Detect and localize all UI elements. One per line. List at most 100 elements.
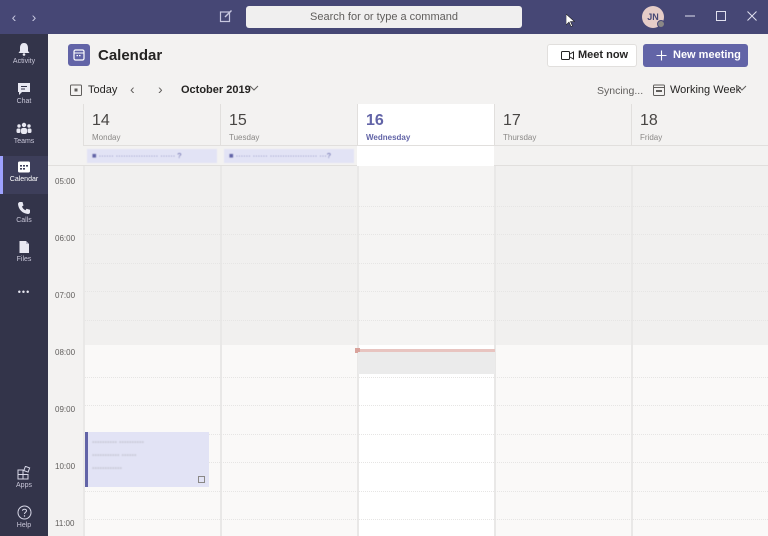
time-label: 09:00	[55, 405, 76, 414]
time-label: 06:00	[55, 234, 76, 243]
all-day-event[interactable]: ■ ······ ······ ··················· ···?	[224, 149, 354, 163]
mouse-cursor-icon	[566, 14, 575, 27]
rail-label: Activity	[12, 58, 36, 65]
calendar-grid: 14 Monday 15 Tuesday 16 Wednesday 17 Thu…	[48, 104, 768, 536]
next-week-button[interactable]: ›	[158, 81, 163, 97]
video-camera-icon	[561, 51, 574, 60]
time-label: 07:00	[55, 291, 76, 300]
grid-line	[85, 263, 768, 264]
grid-line	[85, 377, 768, 378]
view-selector[interactable]: Working Week	[670, 84, 741, 96]
day-number: 15	[229, 112, 247, 129]
rail-item-apps[interactable]: Apps	[0, 462, 48, 500]
calendar-toolbar: Today ‹ › October 2019 Syncing... Workin…	[48, 77, 768, 104]
rail-label: Apps	[16, 482, 32, 489]
grid-line	[85, 491, 768, 492]
grid-line	[85, 405, 768, 406]
time-label: 08:00	[55, 348, 76, 357]
rail-item-more[interactable]: •••	[0, 282, 48, 302]
day-number: 14	[92, 112, 110, 129]
more-icon: •••	[17, 287, 31, 297]
day-column-friday[interactable]	[631, 166, 768, 536]
today-icon[interactable]	[70, 84, 82, 96]
day-name: Tuesday	[229, 133, 260, 142]
event-location: ··········· ······	[92, 450, 137, 459]
day-column-thursday[interactable]	[494, 166, 631, 536]
compose-icon[interactable]	[219, 9, 233, 23]
teams-icon	[16, 122, 32, 134]
chevron-down-icon[interactable]	[249, 83, 259, 93]
day-number: 18	[640, 112, 658, 129]
rail-item-activity[interactable]: Activity	[0, 38, 48, 76]
new-meeting-button[interactable]: New meeting	[643, 44, 748, 67]
minimize-button[interactable]	[682, 8, 698, 24]
day-header-thursday[interactable]: 17 Thursday	[494, 104, 631, 146]
previous-week-button[interactable]: ‹	[130, 81, 135, 97]
grid-line	[85, 320, 768, 321]
event-title: ·········· ··········	[92, 437, 145, 446]
time-column: 05:00 06:00 07:00 08:00 09:00 10:00 11:0…	[48, 166, 85, 536]
search-input[interactable]: Search for or type a command	[246, 6, 522, 28]
rail-item-calendar[interactable]: Calendar	[0, 156, 48, 194]
meet-now-button[interactable]: Meet now	[547, 44, 637, 67]
sync-status: Syncing...	[597, 85, 644, 97]
day-header-monday[interactable]: 14 Monday	[83, 104, 220, 146]
file-icon	[19, 241, 29, 253]
rail-label: Calls	[16, 217, 32, 224]
title-bar: ‹ › Search for or type a command JN	[0, 0, 768, 34]
chat-icon	[18, 83, 30, 95]
day-name: Thursday	[503, 133, 537, 142]
new-meeting-label: New meeting	[673, 49, 741, 61]
help-icon	[17, 505, 31, 520]
rail-item-files[interactable]: Files	[0, 236, 48, 274]
phone-icon	[18, 202, 30, 214]
forward-button[interactable]: ›	[27, 9, 41, 25]
time-label: 05:00	[55, 177, 76, 186]
today-button[interactable]: Today	[88, 84, 117, 96]
day-name: Friday	[640, 133, 663, 142]
calendar-view-icon[interactable]	[653, 84, 665, 96]
time-label: 10:00	[55, 462, 76, 471]
rail-item-calls[interactable]: Calls	[0, 197, 48, 235]
app-rail: Activity Chat Teams Calendar Calls Files…	[0, 34, 48, 536]
calendar-app-icon	[68, 44, 90, 66]
grid-line	[85, 519, 768, 520]
day-name: Monday	[92, 133, 121, 142]
all-day-event[interactable]: ■ ······ ················· ······ ?	[87, 149, 217, 163]
day-name: Wednesday	[366, 133, 411, 142]
page-title: Calendar	[98, 47, 163, 64]
grid-line	[85, 206, 768, 207]
calendar-event[interactable]: ·········· ·········· ··········· ······…	[85, 432, 209, 487]
day-header-tuesday[interactable]: 15 Tuesday	[220, 104, 357, 146]
maximize-button[interactable]	[713, 8, 729, 24]
rail-item-chat[interactable]: Chat	[0, 78, 48, 116]
rail-item-help[interactable]: Help	[0, 501, 48, 536]
time-label: 11:00	[55, 519, 75, 528]
rail-label: Calendar	[9, 176, 39, 183]
day-column-tuesday[interactable]	[220, 166, 357, 536]
plus-icon	[656, 50, 667, 61]
current-slot-highlight[interactable]	[358, 352, 495, 374]
bell-icon	[18, 43, 30, 56]
close-button[interactable]	[744, 8, 760, 24]
day-header-wednesday[interactable]: 16 Wednesday	[357, 104, 494, 146]
rail-label: Teams	[13, 138, 35, 145]
rail-label: Files	[16, 256, 32, 263]
calendar-icon	[18, 161, 30, 173]
grid-line	[85, 234, 768, 235]
day-number: 16	[366, 112, 384, 129]
event-organizer: ············	[92, 463, 122, 472]
recurring-icon	[198, 476, 205, 483]
rail-item-teams[interactable]: Teams	[0, 118, 48, 156]
rail-label: Help	[16, 522, 32, 529]
apps-icon	[17, 466, 31, 480]
grid-line	[85, 291, 768, 292]
day-header-friday[interactable]: 18 Friday	[631, 104, 768, 146]
presence-status-icon	[657, 20, 665, 28]
meet-now-label: Meet now	[578, 49, 629, 61]
all-day-cell-today[interactable]	[357, 146, 494, 166]
chevron-down-icon[interactable]	[737, 83, 747, 93]
rail-label: Chat	[16, 98, 32, 105]
month-picker[interactable]: October 2019	[181, 84, 251, 96]
back-button[interactable]: ‹	[7, 9, 21, 25]
